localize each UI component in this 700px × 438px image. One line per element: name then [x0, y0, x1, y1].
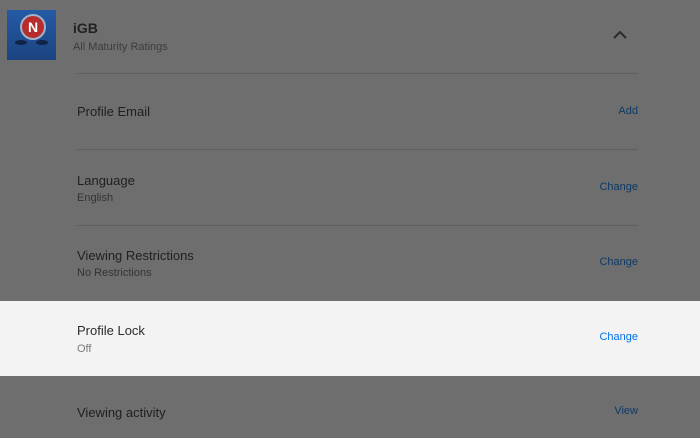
- netflix-logo-icon: N: [20, 14, 46, 40]
- language-row: Language English Change: [0, 150, 700, 225]
- viewing-activity-row: Viewing activity View: [0, 376, 700, 438]
- profile-lock-row: Profile Lock Off Change: [0, 301, 700, 376]
- profile-email-add-link[interactable]: Add: [618, 105, 638, 117]
- profile-email-row: Profile Email Add: [0, 74, 700, 149]
- chevron-up-icon[interactable]: [613, 28, 627, 42]
- viewing-restrictions-change-link[interactable]: Change: [599, 256, 638, 268]
- profile-lock-label: Profile Lock: [77, 323, 145, 338]
- viewing-activity-label: Viewing activity: [77, 405, 166, 420]
- viewing-restrictions-value: No Restrictions: [77, 267, 152, 279]
- profile-lock-value: Off: [77, 343, 92, 355]
- viewing-restrictions-label: Viewing Restrictions: [77, 248, 194, 263]
- language-change-link[interactable]: Change: [599, 181, 638, 193]
- avatar-eye-right: [36, 40, 48, 45]
- viewing-restrictions-row: Viewing Restrictions No Restrictions Cha…: [0, 226, 700, 301]
- viewing-activity-view-link[interactable]: View: [614, 405, 638, 417]
- profile-email-label: Profile Email: [77, 104, 150, 119]
- profile-name: iGB: [73, 20, 98, 36]
- profile-header[interactable]: N iGB All Maturity Ratings: [0, 0, 700, 74]
- profile-settings-panel: N iGB All Maturity Ratings Profile Email…: [0, 0, 700, 438]
- maturity-rating: All Maturity Ratings: [73, 41, 168, 53]
- language-label: Language: [77, 173, 135, 188]
- language-value: English: [77, 192, 114, 204]
- avatar-eye-left: [15, 40, 27, 45]
- avatar: N: [7, 10, 56, 60]
- profile-lock-change-link[interactable]: Change: [599, 331, 638, 343]
